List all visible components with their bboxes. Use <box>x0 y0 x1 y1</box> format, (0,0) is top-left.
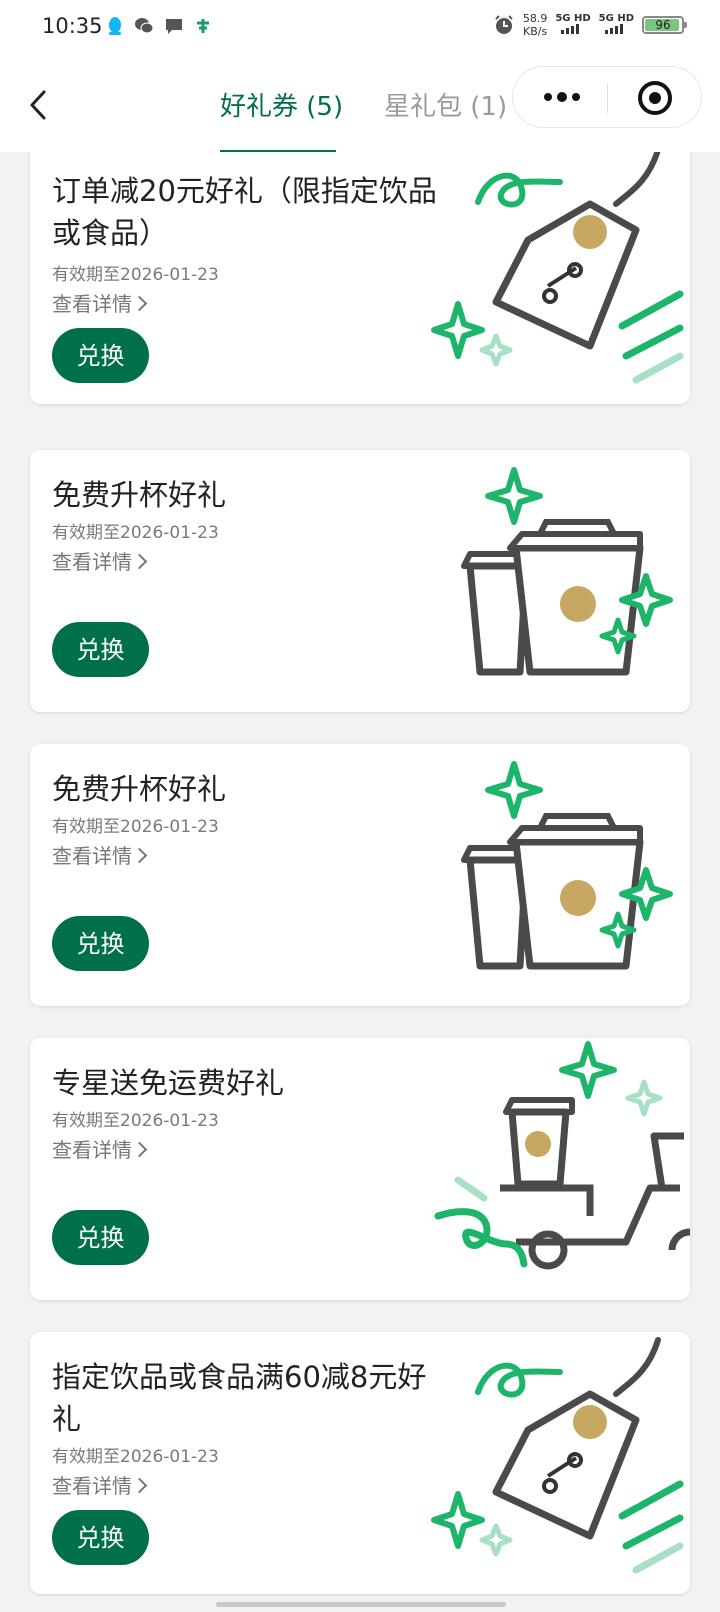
net-speed-value: 58.9 <box>522 12 548 25</box>
discount-tag-icon <box>431 1337 684 1574</box>
view-details-link[interactable]: 查看详情 <box>52 1470 148 1499</box>
coupon-card[interactable]: 免费升杯好礼 有效期至2026-01-23 查看详情 兑换 <box>30 450 690 712</box>
signal-label-2: 5G HD <box>598 13 634 24</box>
chevron-right-icon <box>131 1477 148 1494</box>
chevron-right-icon <box>131 295 148 312</box>
tab-coupons[interactable]: 好礼券 (5) <box>220 86 343 123</box>
coupon-title: 指定饮品或食品满60减8元好礼 <box>52 1360 427 1436</box>
close-miniprogram-icon[interactable] <box>637 80 673 116</box>
view-details-label: 查看详情 <box>52 1138 132 1162</box>
discount-tag-icon <box>431 152 684 384</box>
coupon-validity: 有效期至2026-01-23 <box>52 265 219 285</box>
coupon-validity: 有效期至2026-01-23 <box>52 523 219 543</box>
coupon-title: 免费升杯好礼 <box>52 478 227 512</box>
qq-icon <box>109 17 121 35</box>
net-speed-unit: KB/s <box>522 25 548 38</box>
capsule-divider <box>607 83 608 113</box>
chevron-right-icon <box>131 1141 148 1158</box>
tab-star-gift-pack[interactable]: 星礼包 (1) <box>384 86 507 123</box>
redeem-button[interactable]: 兑换 <box>52 328 149 383</box>
signal-bars-icon <box>604 24 623 34</box>
view-details-label: 查看详情 <box>52 844 132 868</box>
redeem-button[interactable]: 兑换 <box>52 1210 149 1265</box>
coupon-validity: 有效期至2026-01-23 <box>52 817 219 837</box>
chevron-right-icon <box>131 553 148 570</box>
coupon-title: 专星送免运费好礼 <box>52 1066 285 1100</box>
view-details-link[interactable]: 查看详情 <box>52 288 148 317</box>
coupon-list: 订单减20元好礼（限指定饮品或食品） 有效期至2026-01-23 查看详情 兑… <box>0 152 720 1612</box>
status-right: 58.9 KB/s 5G HD 5G HD 96 <box>493 12 687 38</box>
signal-indicator-1: 5G HD <box>555 13 591 37</box>
nav-bar: 好礼券 (5) 星礼包 (1) <box>0 58 720 153</box>
view-details-label: 查看详情 <box>52 292 132 316</box>
notification-icons <box>106 16 212 36</box>
status-time: 10:35 <box>42 14 103 38</box>
signal-bars-icon <box>561 24 580 34</box>
back-button[interactable] <box>20 82 60 128</box>
wechat-icon <box>135 18 154 34</box>
coupon-validity: 有效期至2026-01-23 <box>52 1447 219 1467</box>
redeem-button[interactable]: 兑换 <box>52 622 149 677</box>
cup-upgrade-icon <box>461 761 673 970</box>
alarm-icon <box>495 15 513 34</box>
battery-icon: 96 <box>642 16 687 34</box>
battery-level: 96 <box>655 18 671 32</box>
coupon-card[interactable]: 专星送免运费好礼 有效期至2026-01-23 查看详情 兑换 <box>30 1038 690 1300</box>
coupon-card[interactable]: 免费升杯好礼 有效期至2026-01-23 查看详情 兑换 <box>30 744 690 1006</box>
miniprogram-capsule <box>512 66 702 128</box>
coupon-title: 免费升杯好礼 <box>52 772 227 806</box>
cup-upgrade-icon <box>461 467 673 676</box>
coupon-card[interactable]: 指定饮品或食品满60减8元好礼 有效期至2026-01-23 查看详情 兑换 <box>30 1332 690 1594</box>
signal-indicator-2: 5G HD <box>599 13 634 37</box>
redeem-button[interactable]: 兑换 <box>52 916 149 971</box>
delivery-scooter-icon <box>434 1041 690 1270</box>
view-details-link[interactable]: 查看详情 <box>52 546 148 575</box>
coupon-validity: 有效期至2026-01-23 <box>52 1111 219 1131</box>
coupon-card[interactable]: 订单减20元好礼（限指定饮品或食品） 有效期至2026-01-23 查看详情 兑… <box>30 152 690 404</box>
redeem-button[interactable]: 兑换 <box>52 1510 149 1565</box>
message-icon <box>166 19 182 34</box>
home-indicator[interactable] <box>216 1602 506 1607</box>
coupon-title: 订单减20元好礼（限指定饮品或食品） <box>52 174 437 250</box>
view-details-link[interactable]: 查看详情 <box>52 1134 148 1163</box>
more-icon[interactable] <box>539 83 585 111</box>
chevron-right-icon <box>131 847 148 864</box>
view-details-label: 查看详情 <box>52 550 132 574</box>
view-details-link[interactable]: 查看详情 <box>52 840 148 869</box>
starbucks-app-icon <box>197 19 209 33</box>
status-bar: 10:35 58.9 KB/s 5G HD 5G HD 96 <box>0 0 720 58</box>
net-speed: 58.9 KB/s <box>523 12 548 38</box>
view-details-label: 查看详情 <box>52 1474 132 1498</box>
signal-label-1: 5G HD <box>555 13 591 24</box>
